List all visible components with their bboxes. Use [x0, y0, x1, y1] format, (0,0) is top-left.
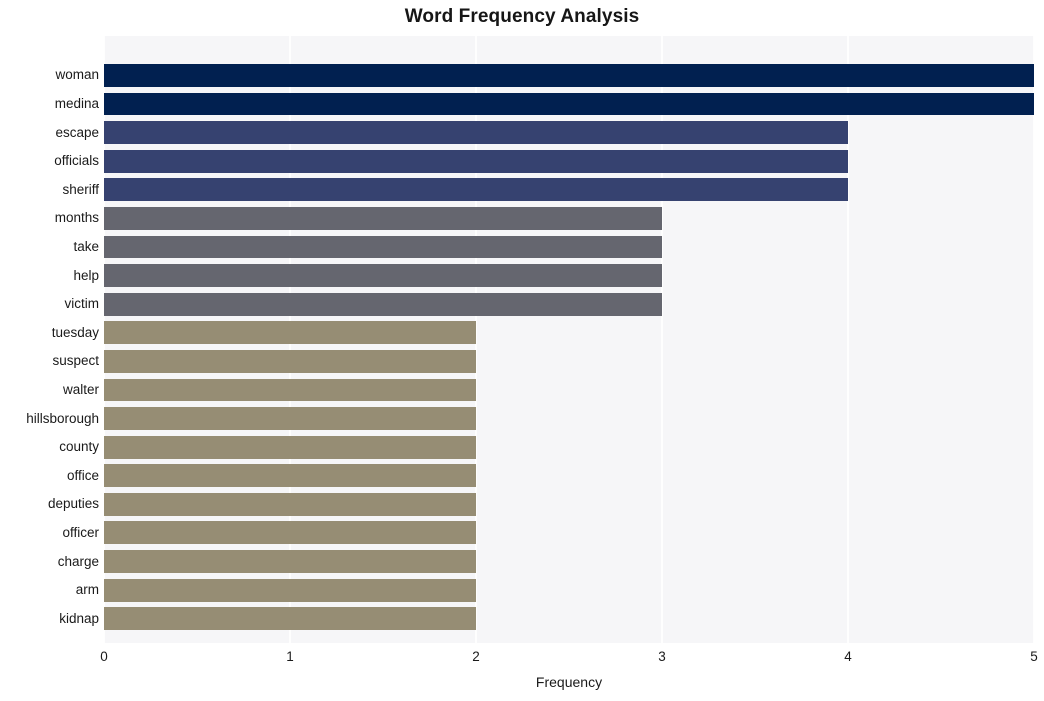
bar-woman[interactable]: [104, 64, 1034, 87]
bar-take[interactable]: [104, 235, 662, 259]
bar-row: [104, 550, 1034, 573]
y-tick-label-charge: charge: [57, 553, 99, 569]
bar-row: [104, 435, 1034, 459]
y-tick-label-walter: walter: [62, 381, 99, 397]
y-tick-label-county: county: [59, 439, 99, 455]
word-frequency-bar-chart: Word Frequency Analysis woman medina escap…: [0, 0, 1044, 701]
bar-row: [104, 264, 1034, 288]
y-tick-label-woman: woman: [55, 67, 99, 83]
bar-victim[interactable]: [104, 292, 662, 316]
x-tick-label-5: 5: [1030, 649, 1038, 664]
y-axis-tick-labels: woman medina escape officials sheriff months t…: [0, 36, 99, 643]
bar-walter[interactable]: [104, 378, 476, 402]
bar-row: [104, 121, 1034, 145]
y-tick-label-arm: arm: [75, 582, 99, 598]
bar-row: [104, 464, 1034, 488]
y-tick-label-months: months: [54, 210, 99, 226]
x-axis-tick-labels: 0 1 2 3 4 5: [0, 649, 1044, 669]
bar-months[interactable]: [104, 206, 662, 230]
y-tick-label-hillsborough: hillsborough: [26, 410, 99, 426]
y-tick-label-sheriff: sheriff: [62, 181, 99, 197]
bar-row: [104, 407, 1034, 430]
bar-row: [104, 206, 1034, 230]
chart-title: Word Frequency Analysis: [404, 6, 640, 27]
bar-row: [104, 235, 1034, 259]
bar-officials[interactable]: [104, 149, 848, 173]
bar-help[interactable]: [104, 264, 662, 288]
x-tick-label-2: 2: [472, 649, 480, 664]
bar-arm[interactable]: [104, 578, 476, 602]
bar-deputies[interactable]: [104, 492, 476, 516]
bar-row: [104, 578, 1034, 602]
bar-tuesday[interactable]: [104, 321, 476, 345]
y-tick-label-tuesday: tuesday: [51, 324, 99, 340]
bar-kidnap[interactable]: [104, 607, 476, 631]
y-tick-label-medina: medina: [54, 96, 99, 112]
y-tick-label-deputies: deputies: [47, 496, 99, 512]
y-tick-label-take: take: [73, 239, 99, 254]
bar-sheriff[interactable]: [104, 178, 848, 202]
y-tick-label-officials: officials: [54, 153, 99, 169]
y-tick-label-officer: officer: [62, 524, 99, 540]
y-tick-label-office: office: [66, 467, 99, 483]
plot-area: [103, 36, 1035, 643]
bar-row: [104, 607, 1034, 631]
bar-row: [104, 378, 1034, 402]
x-tick-label-1: 1: [286, 649, 294, 664]
bar-suspect[interactable]: [104, 349, 476, 373]
bar-row: [104, 349, 1034, 373]
y-tick-label-suspect: suspect: [52, 353, 99, 369]
bar-medina[interactable]: [104, 92, 1034, 116]
x-tick-label-3: 3: [658, 649, 666, 664]
bar-escape[interactable]: [104, 121, 848, 145]
x-tick-label-0: 0: [100, 649, 108, 664]
bar-office[interactable]: [104, 464, 476, 488]
bar-row: [104, 292, 1034, 316]
x-tick-label-4: 4: [844, 649, 852, 664]
bar-row: [104, 64, 1034, 87]
bar-county[interactable]: [104, 435, 476, 459]
bar-row: [104, 178, 1034, 202]
y-tick-label-victim: victim: [64, 296, 100, 312]
bar-row: [104, 92, 1034, 116]
bar-row: [104, 321, 1034, 345]
y-tick-label-escape: escape: [55, 124, 99, 140]
bar-officer[interactable]: [104, 521, 476, 545]
x-axis-title: Frequency: [535, 674, 603, 690]
bar-charge[interactable]: [104, 550, 476, 573]
bar-hillsborough[interactable]: [104, 407, 476, 430]
bar-row: [104, 149, 1034, 173]
y-tick-label-kidnap: kidnap: [59, 610, 99, 626]
y-tick-label-help: help: [73, 267, 99, 283]
bar-row: [104, 492, 1034, 516]
bar-row: [104, 521, 1034, 545]
bars-container: [104, 36, 1034, 643]
